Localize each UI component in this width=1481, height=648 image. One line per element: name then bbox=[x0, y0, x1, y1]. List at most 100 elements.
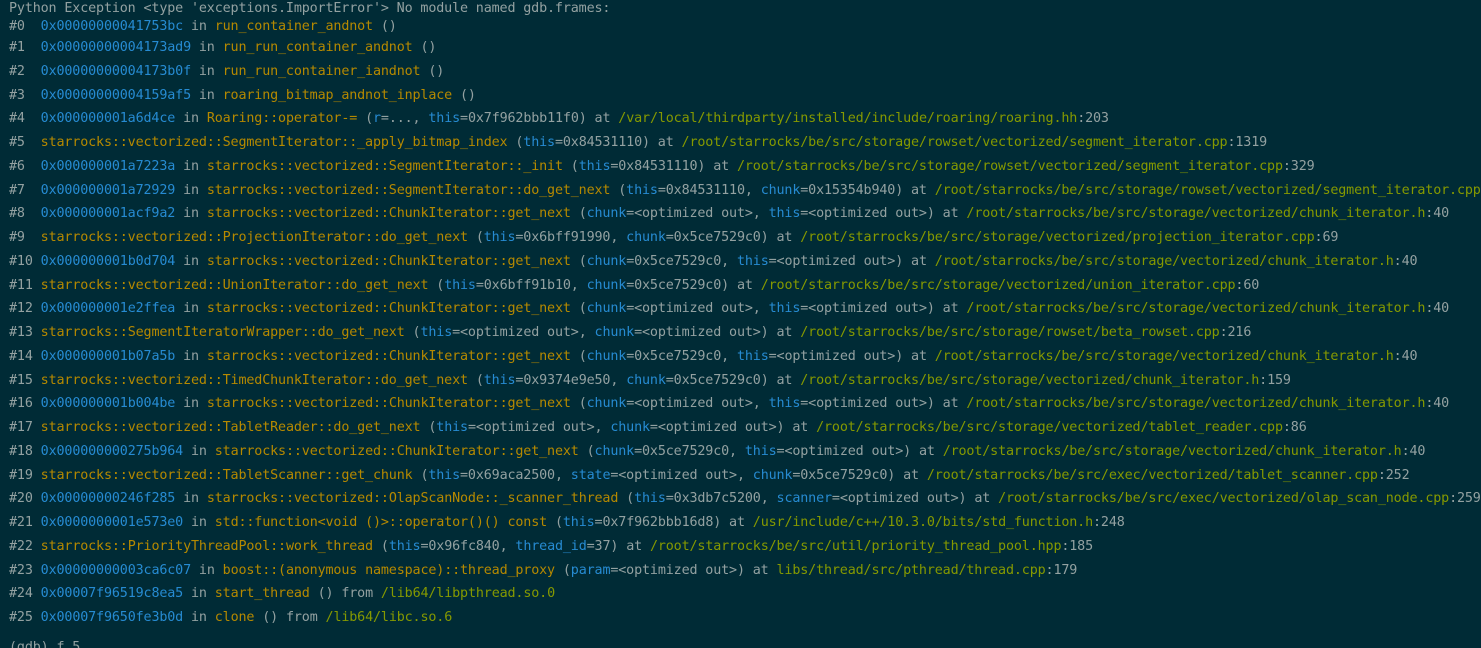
frame-text: ( bbox=[554, 562, 571, 578]
frame-text: =37) at bbox=[586, 538, 650, 554]
frame-function: run_container_andnot bbox=[214, 19, 373, 34]
frame-argument-name: this bbox=[428, 111, 461, 127]
gdb-prompt[interactable]: (gdb) f 5 bbox=[9, 636, 80, 648]
frame-text: =0x5ce7529c0, bbox=[626, 253, 737, 269]
backtrace-frame: #11 starrocks::vectorized::UnionIterator… bbox=[9, 274, 1481, 298]
frame-argument-name: this bbox=[436, 420, 468, 435]
frame-address: 0x000000001a6d4ce bbox=[40, 111, 176, 127]
frame-text: :69 bbox=[1314, 230, 1339, 245]
frame-text: in bbox=[183, 586, 215, 602]
frame-text: :40 bbox=[1425, 396, 1450, 412]
frame-text: in bbox=[175, 491, 207, 507]
frame-text: :40 bbox=[1425, 301, 1450, 317]
frame-text: in bbox=[190, 87, 223, 103]
exception-line: Python Exception <type 'exceptions.Impor… bbox=[9, 1, 611, 16]
frame-text: ( bbox=[610, 182, 627, 198]
frame-argument-name: this bbox=[578, 158, 611, 174]
frame-text: =<optimized out>, bbox=[467, 420, 611, 435]
backtrace-frame: #20 0x00000000246f285 in starrocks::vect… bbox=[9, 487, 1481, 511]
frame-text: in bbox=[183, 610, 215, 625]
frame-source-file: /root/starrocks/be/src/storage/vectorize… bbox=[934, 348, 1394, 364]
frame-text: in bbox=[175, 396, 207, 412]
frame-text: ( bbox=[570, 301, 587, 317]
frame-address: 0x00007f9650fe3b0d bbox=[40, 610, 184, 625]
frame-address: 0x00000000003ca6c07 bbox=[40, 562, 191, 578]
frame-text: ( bbox=[412, 467, 429, 483]
frame-number: #15 bbox=[9, 372, 33, 388]
frame-text: in bbox=[175, 111, 207, 127]
frame-argument-name: this bbox=[634, 491, 666, 507]
frame-source-file: /root/starrocks/be/src/storage/rowset/ve… bbox=[681, 135, 1228, 150]
frame-text: ( bbox=[570, 348, 587, 364]
frame-argument-name: chunk bbox=[586, 301, 627, 317]
frame-function: starrocks::vectorized::SegmentIterator::… bbox=[206, 158, 563, 174]
frame-argument-name: this bbox=[768, 396, 801, 412]
frame-number: #10 bbox=[9, 253, 33, 269]
frame-source-file: /root/starrocks/be/src/exec/vectorized/t… bbox=[926, 467, 1378, 483]
frame-text: =<optimized out>, bbox=[626, 396, 769, 412]
frame-text: ( bbox=[570, 253, 587, 269]
frame-text: ( bbox=[357, 111, 373, 127]
frame-function: starrocks::vectorized::TabletReader::do_… bbox=[40, 420, 421, 435]
frame-text: ( bbox=[562, 158, 579, 174]
frame-number: #22 bbox=[9, 538, 33, 554]
frame-source-file: libs/thread/src/pthread/thread.cpp bbox=[776, 562, 1046, 578]
backtrace-frame: #13 starrocks::SegmentIteratorWrapper::d… bbox=[9, 321, 1481, 345]
frame-text: =<optimized out>, bbox=[626, 206, 769, 222]
frame-argument-name: this bbox=[444, 277, 476, 293]
frame-function: starrocks::vectorized::ChunkIterator::ge… bbox=[206, 348, 571, 364]
frame-argument-name: chunk bbox=[586, 348, 627, 364]
frame-argument-name: this bbox=[562, 515, 595, 530]
backtrace-frame: #21 0x0000000001e573e0 in std::function<… bbox=[9, 511, 1481, 535]
frame-number: #0 bbox=[9, 19, 25, 34]
frame-function: start_thread bbox=[214, 586, 310, 602]
frame-text: :203 bbox=[1077, 111, 1109, 127]
frame-text: =0x84531110, bbox=[657, 182, 761, 198]
frame-function: starrocks::vectorized::ChunkIterator::ge… bbox=[206, 301, 571, 317]
frame-text: in bbox=[183, 443, 215, 459]
frame-text: in bbox=[175, 301, 207, 317]
frame-text: ( bbox=[570, 396, 587, 412]
backtrace-frame: #3 0x00000000004159af5 in roaring_bitmap… bbox=[9, 84, 1481, 108]
frame-argument-name: this bbox=[768, 206, 801, 222]
backtrace-frame: #6 0x000000001a7223a in starrocks::vecto… bbox=[9, 155, 1481, 179]
frame-source-file: /root/starrocks/be/src/storage/vectorize… bbox=[800, 372, 1260, 388]
frame-number: #14 bbox=[9, 348, 33, 364]
frame-text: =0x5ce7529c0) at bbox=[792, 467, 927, 483]
gdb-terminal[interactable]: Python Exception <type 'exceptions.Impor… bbox=[0, 0, 1481, 648]
frame-address: 0x00000000004173ad9 bbox=[40, 40, 191, 55]
backtrace-frame: #2 0x00000000004173b0f in run_run_contai… bbox=[9, 60, 1481, 84]
frame-argument-name: this bbox=[483, 372, 516, 388]
frame-function: starrocks::vectorized::TabletScanner::ge… bbox=[40, 467, 413, 483]
frame-text: =<optimized out>) at bbox=[800, 396, 967, 412]
frame-function: Roaring::operator-= bbox=[206, 111, 358, 127]
frame-text: =0x3db7c5200, bbox=[665, 491, 777, 507]
frame-argument-name: r bbox=[372, 111, 381, 127]
frame-number: #13 bbox=[9, 325, 33, 340]
frame-text: ( bbox=[547, 515, 563, 530]
backtrace-frame: #23 0x00000000003ca6c07 in boost::(anony… bbox=[9, 559, 1481, 583]
frame-number: #4 bbox=[9, 111, 25, 127]
frame-address: 0x000000001acf9a2 bbox=[40, 206, 176, 222]
frame-argument-name: chunk bbox=[594, 325, 635, 340]
backtrace-frame: #19 starrocks::vectorized::TabletScanner… bbox=[9, 464, 1481, 488]
frame-number: #2 bbox=[9, 63, 25, 79]
frame-text: ( bbox=[372, 538, 389, 554]
backtrace-frame: #5 starrocks::vectorized::SegmentIterato… bbox=[9, 131, 1481, 155]
frame-text: () from bbox=[254, 610, 326, 625]
frame-source-file: /root/starrocks/be/src/util/priority_thr… bbox=[649, 538, 1062, 554]
frame-text: :329 bbox=[1282, 158, 1315, 174]
frame-text: =<optimized out>, bbox=[626, 301, 769, 317]
frame-number: #23 bbox=[9, 562, 33, 578]
frame-number: #3 bbox=[9, 87, 25, 103]
frame-text: =<optimized out>, bbox=[610, 467, 753, 483]
frame-number: #19 bbox=[9, 467, 33, 483]
backtrace-frame: #8 0x000000001acf9a2 in starrocks::vecto… bbox=[9, 202, 1481, 226]
frame-function: starrocks::vectorized::ChunkIterator::ge… bbox=[206, 253, 571, 269]
frame-argument-name: chunk bbox=[594, 443, 635, 459]
frame-function: clone bbox=[214, 610, 255, 625]
frame-number: #7 bbox=[9, 182, 25, 198]
frame-function: starrocks::vectorized::ProjectionIterato… bbox=[40, 230, 468, 245]
frame-text: :216 bbox=[1219, 325, 1252, 340]
frame-argument-name: this bbox=[626, 182, 658, 198]
